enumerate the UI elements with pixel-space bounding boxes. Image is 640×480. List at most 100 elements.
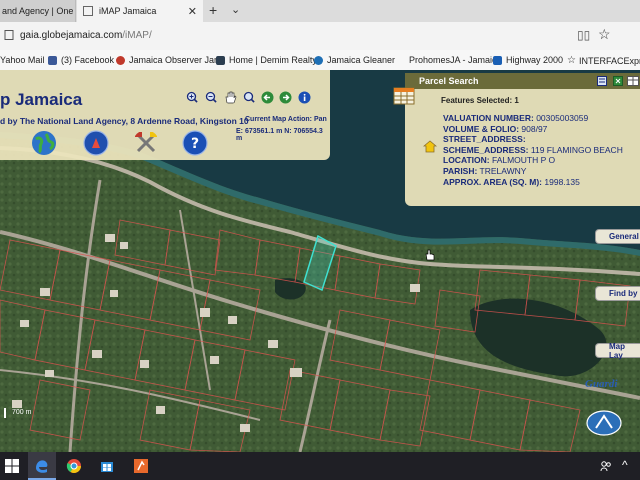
house-icon xyxy=(423,140,437,153)
table-icon[interactable] xyxy=(627,76,639,86)
tab-imap-jamaica[interactable]: iMAP Jamaica ✕ xyxy=(77,0,203,22)
find-by-button[interactable]: Find by xyxy=(595,286,640,301)
button-label: Map Lay xyxy=(609,341,625,360)
attribute-row: APPROX. AREA (SQ. M): 1998.135 xyxy=(443,177,623,188)
app-header-panel: p Jamaica d by The National Land Agency,… xyxy=(0,70,330,160)
button-label: Find by xyxy=(609,289,638,298)
favorite-jamaica-observer[interactable]: Jamaica Observer Jan xyxy=(116,55,219,65)
forward-arrow-icon[interactable] xyxy=(279,91,292,104)
info-icon[interactable] xyxy=(298,91,311,104)
pan-hand-icon[interactable] xyxy=(224,91,237,104)
observer-icon xyxy=(116,55,125,65)
favorites-bar: Yahoo Mail (3) Facebook Jamaica Observer… xyxy=(0,50,640,71)
reading-view-icon[interactable]: ▯▯ xyxy=(577,28,590,42)
tools-icon[interactable] xyxy=(133,130,159,156)
parcel-search-header: Parcel Search xyxy=(405,73,640,89)
gleaner-icon xyxy=(314,55,323,65)
people-icon[interactable] xyxy=(600,460,612,472)
attribute-row: PARISH: TRELAWNY xyxy=(443,166,623,177)
help-icon[interactable]: ? xyxy=(182,130,208,156)
office-app-icon[interactable] xyxy=(133,458,149,474)
globe-icon[interactable] xyxy=(31,130,57,156)
favorite-label: Jamaica Gleaner xyxy=(327,55,396,65)
credit-text: d by The National Land Agency, 8 Ardenne… xyxy=(0,116,249,126)
coordinate-readout: E: 673561.1 m N: 706554.3 m xyxy=(236,128,323,142)
favorite-demim-realty[interactable]: Home | Demim Realty xyxy=(216,55,317,65)
favorite-star-icon[interactable]: ☆ xyxy=(598,26,611,43)
favorite-jamaica-gleaner[interactable]: Jamaica Gleaner xyxy=(314,55,395,65)
highway-icon xyxy=(493,55,502,65)
parcel-attributes: VALUATION NUMBER: 00305003059 VOLUME & F… xyxy=(443,113,623,187)
tab-label: iMAP Jamaica xyxy=(99,6,157,16)
map-layers-button[interactable]: Map Lay xyxy=(595,341,640,360)
attribute-key: SCHEME_ADDRESS: xyxy=(443,144,529,155)
attribute-row: SCHEME_ADDRESS: 119 FLAMINGO BEACH xyxy=(443,145,623,156)
svg-text:?: ? xyxy=(191,136,199,152)
back-arrow-icon[interactable] xyxy=(261,91,274,104)
new-tab-icon[interactable]: + xyxy=(209,2,217,18)
button-label: General xyxy=(609,232,639,241)
facebook-icon xyxy=(48,55,57,65)
windows-start-icon[interactable] xyxy=(4,458,20,474)
realty-icon xyxy=(216,55,225,65)
favorite-highway-2000[interactable]: Highway 2000 xyxy=(493,55,563,65)
tab-label: and Agency | One xyxy=(2,6,74,16)
general-button[interactable]: General xyxy=(595,229,640,244)
store-icon[interactable] xyxy=(99,458,115,474)
favorite-label: Highway 2000 xyxy=(506,55,564,65)
chrome-icon[interactable] xyxy=(66,458,82,474)
favorite-interfacexpress[interactable]: ☆INTERFACExpres xyxy=(567,55,640,66)
taskbar: ^ xyxy=(0,452,640,480)
zoom-out-icon[interactable] xyxy=(205,91,218,104)
panel-list-icon[interactable] xyxy=(597,76,607,86)
attribute-value: 00305003059 xyxy=(536,113,589,123)
chevron-up-icon[interactable]: ^ xyxy=(622,458,628,472)
attribute-key: LOCATION: xyxy=(443,155,490,166)
favorite-label: (3) Facebook xyxy=(61,55,115,65)
guardian-logo: Guardi xyxy=(585,378,618,390)
attribute-row: VOLUME & FOLIO: 908/97 xyxy=(443,124,623,135)
url-path: /iMAP/ xyxy=(122,30,152,41)
zoom-in-icon[interactable] xyxy=(186,91,199,104)
app-title: p Jamaica xyxy=(0,90,83,109)
page-icon xyxy=(83,6,93,16)
parcel-search-panel: Parcel Search Features Selected: 1 VALUA… xyxy=(405,73,640,206)
agency-logo xyxy=(586,410,622,436)
zoom-extent-icon[interactable] xyxy=(243,91,256,104)
attribute-value: TRELAWNY xyxy=(479,165,527,176)
favorite-label: Yahoo Mail xyxy=(0,55,45,65)
favorite-label: INTERFACExpres xyxy=(578,55,640,66)
tab-list-icon[interactable]: ⌄ xyxy=(231,3,240,16)
export-excel-icon[interactable] xyxy=(613,76,623,86)
parcel-search-title: Parcel Search xyxy=(419,76,479,86)
parcel-search-icon[interactable] xyxy=(392,84,416,108)
close-tab-icon[interactable]: ✕ xyxy=(188,5,197,18)
scale-bar xyxy=(4,408,6,418)
attribute-row: LOCATION: FALMOUTH P O xyxy=(443,155,623,166)
address-bar: gaia.globejamaica.com/iMAP/ ▯▯ ☆ xyxy=(0,22,640,51)
favorite-label: Jamaica Observer Jan xyxy=(129,55,220,65)
map-action-label: Current Map Action: Pan xyxy=(245,116,327,123)
scale-label: 700 m xyxy=(12,409,32,416)
hand-cursor-icon xyxy=(425,249,435,261)
compass-icon[interactable] xyxy=(83,130,109,156)
attribute-value: 1998.135 xyxy=(544,176,580,187)
attribute-key: VALUATION NUMBER: xyxy=(443,113,534,123)
features-selected: Features Selected: 1 xyxy=(441,96,519,105)
favorite-prohomes[interactable]: ProhomesJA - Jamaic xyxy=(409,55,497,65)
attribute-key: STREET_ADDRESS: xyxy=(443,134,526,145)
attribute-value: FALMOUTH P O xyxy=(491,155,556,166)
attribute-row: VALUATION NUMBER: 00305003059 xyxy=(443,113,623,124)
tab-land-agency[interactable]: and Agency | One xyxy=(0,0,76,22)
favorite-label: Home | Demim Realty xyxy=(229,55,317,65)
tab-bar: and Agency | One iMAP Jamaica ✕ + ⌄ xyxy=(0,0,640,22)
attribute-row: STREET_ADDRESS: xyxy=(443,134,623,145)
favorite-facebook[interactable]: (3) Facebook xyxy=(48,55,114,65)
attribute-key: APPROX. AREA (SQ. M): xyxy=(443,176,543,187)
favorite-yahoo-mail[interactable]: Yahoo Mail xyxy=(0,55,44,65)
edge-browser-icon xyxy=(36,460,48,473)
attribute-value: 119 FLAMINGO BEACH xyxy=(530,144,623,155)
url-field[interactable]: gaia.globejamaica.com/iMAP/ xyxy=(20,30,152,41)
attribute-key: PARISH: xyxy=(443,165,478,176)
favorite-label: ProhomesJA - Jamaic xyxy=(409,55,497,65)
